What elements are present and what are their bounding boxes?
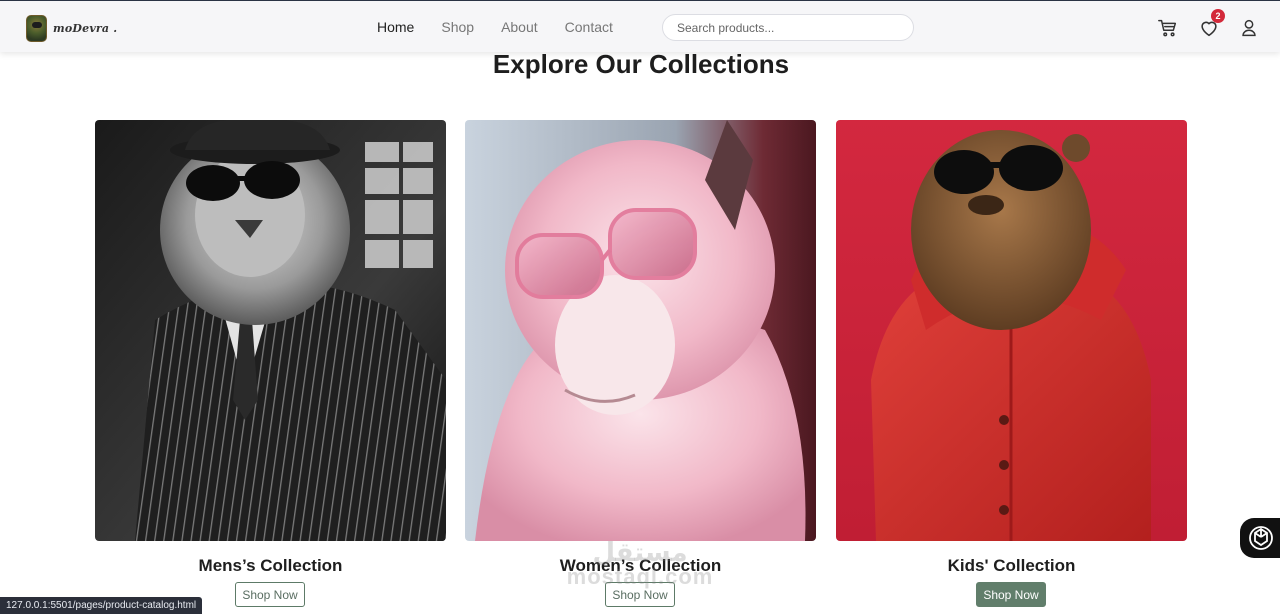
nav-link-about[interactable]: About	[501, 19, 538, 35]
collection-title-womens: Women’s Collection	[559, 556, 722, 575]
page: moDevra . Home Shop About Contact 2 Expl…	[0, 0, 1280, 614]
wishlist-count-badge: 2	[1211, 9, 1225, 23]
openai-style-icon	[1249, 526, 1273, 550]
shop-now-button-kids[interactable]: Shop Now	[976, 582, 1046, 607]
search-input[interactable]	[662, 14, 914, 41]
user-icon[interactable]	[1238, 17, 1260, 39]
collection-title-kids: Kids' Collection	[947, 556, 1076, 575]
brand-logo-icon	[26, 15, 47, 42]
nav-link-contact[interactable]: Contact	[565, 19, 613, 35]
brand-name: moDevra .	[53, 22, 118, 35]
section-title: Explore Our Collections	[492, 49, 790, 79]
navbar: moDevra . Home Shop About Contact 2	[0, 0, 1280, 52]
main-nav: Home Shop About Contact	[377, 19, 640, 35]
brand-logo[interactable]: moDevra .	[26, 15, 117, 42]
collection-image-womens[interactable]	[465, 120, 816, 541]
nav-link-shop[interactable]: Shop	[441, 19, 474, 35]
floating-assistant-widget[interactable]	[1240, 518, 1280, 558]
collection-card-womens: Women’s Collection Shop Now	[465, 120, 816, 607]
cart-icon[interactable]	[1157, 17, 1179, 39]
collection-image-kids[interactable]	[836, 120, 1187, 541]
collection-card-kids: Kids' Collection Shop Now	[836, 120, 1187, 607]
nav-link-home[interactable]: Home	[377, 19, 414, 35]
collection-image-mens[interactable]	[95, 120, 446, 541]
collection-title-mens: Mens’s Collection	[198, 556, 343, 575]
shop-now-button-womens[interactable]: Shop Now	[605, 582, 675, 607]
collection-card-mens: Mens’s Collection Shop Now	[95, 120, 446, 607]
shop-now-button-mens[interactable]: Shop Now	[235, 582, 305, 607]
status-bar-url: 127.0.0.1:5501/pages/product-catalog.htm…	[0, 597, 203, 614]
